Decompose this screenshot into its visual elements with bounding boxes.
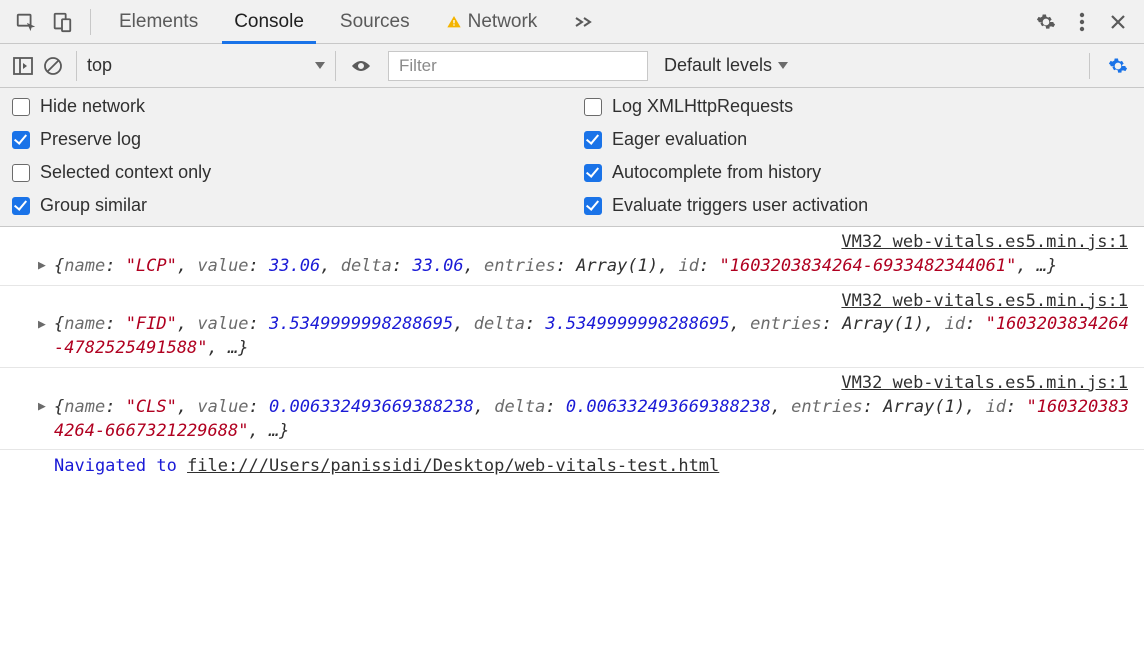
clear-console-icon[interactable]: [38, 48, 68, 84]
inspect-element-icon[interactable]: [8, 4, 44, 40]
console-settings-icon[interactable]: [1100, 48, 1136, 84]
option-selected-context[interactable]: Selected context only: [12, 162, 560, 183]
option-label: Hide network: [40, 96, 145, 117]
checkbox[interactable]: [584, 98, 602, 116]
chevron-down-icon: [315, 62, 325, 69]
console-toolbar: top Default levels: [0, 44, 1144, 88]
settings-icon[interactable]: [1028, 4, 1064, 40]
console-message: VM32 web-vitals.es5.min.js:1 ▶ {name: "LCP…: [0, 227, 1144, 286]
tab-label: Sources: [340, 11, 410, 33]
log-levels-select[interactable]: Default levels: [664, 55, 788, 76]
expand-arrow-icon[interactable]: ▶: [38, 257, 46, 275]
nav-prefix: Navigated to: [54, 456, 187, 476]
tab-sources[interactable]: Sources: [322, 0, 428, 43]
close-icon[interactable]: [1100, 4, 1136, 40]
device-toolbar-icon[interactable]: [44, 4, 80, 40]
option-preserve-log[interactable]: Preserve log: [12, 129, 560, 150]
option-label: Selected context only: [40, 162, 211, 183]
separator: [1089, 53, 1090, 79]
levels-label: Default levels: [664, 55, 772, 76]
kebab-menu-icon[interactable]: [1064, 4, 1100, 40]
console-message: VM32 web-vitals.es5.min.js:1 ▶ {name: "FID…: [0, 286, 1144, 368]
expand-arrow-icon[interactable]: ▶: [38, 398, 46, 416]
option-label: Preserve log: [40, 129, 141, 150]
option-autocomplete[interactable]: Autocomplete from history: [584, 162, 1132, 183]
nav-url-link[interactable]: file:///Users/panissidi/Desktop/web-vita…: [187, 456, 719, 476]
option-eager-eval[interactable]: Eager evaluation: [584, 129, 1132, 150]
panel-tabs: Elements Console Sources Network: [101, 0, 611, 43]
chevron-down-icon: [778, 62, 788, 69]
source-link[interactable]: VM32 web-vitals.es5.min.js:1: [841, 291, 1128, 311]
tab-label: Elements: [119, 11, 198, 33]
checkbox[interactable]: [12, 164, 30, 182]
option-label: Eager evaluation: [612, 129, 747, 150]
logged-object[interactable]: {name: "FID", value: 3.5349999998288695,…: [54, 314, 1129, 358]
context-value: top: [87, 55, 112, 76]
checkbox[interactable]: [12, 131, 30, 149]
sidebar-toggle-icon[interactable]: [8, 48, 38, 84]
tab-elements[interactable]: Elements: [101, 0, 216, 43]
checkbox[interactable]: [12, 98, 30, 116]
option-label: Autocomplete from history: [612, 162, 821, 183]
logged-object[interactable]: {name: "LCP", value: 33.06, delta: 33.06…: [54, 256, 1057, 276]
tab-label: Console: [234, 11, 304, 33]
devtools-tabbar: Elements Console Sources Network: [0, 0, 1144, 44]
tab-label: Network: [468, 11, 538, 33]
live-expression-icon[interactable]: [344, 48, 378, 84]
option-label: Evaluate triggers user activation: [612, 195, 868, 216]
logged-object[interactable]: {name: "CLS", value: 0.00633249366938823…: [54, 397, 1129, 441]
option-hide-network[interactable]: Hide network: [12, 96, 560, 117]
context-select[interactable]: top: [76, 51, 336, 81]
tab-overflow[interactable]: [555, 0, 611, 43]
option-log-xhr[interactable]: Log XMLHttpRequests: [584, 96, 1132, 117]
warning-icon: [446, 14, 462, 30]
separator: [90, 9, 91, 35]
console-settings-panel: Hide network Log XMLHttpRequests Preserv…: [0, 88, 1144, 227]
option-group-similar[interactable]: Group similar: [12, 195, 560, 216]
option-evaluate-activation[interactable]: Evaluate triggers user activation: [584, 195, 1132, 216]
option-label: Group similar: [40, 195, 147, 216]
checkbox[interactable]: [584, 131, 602, 149]
source-link[interactable]: VM32 web-vitals.es5.min.js:1: [841, 232, 1128, 252]
tab-network[interactable]: Network: [428, 0, 556, 43]
checkbox[interactable]: [584, 164, 602, 182]
checkbox[interactable]: [584, 197, 602, 215]
console-output: VM32 web-vitals.es5.min.js:1 ▶ {name: "LCP…: [0, 227, 1144, 484]
option-label: Log XMLHttpRequests: [612, 96, 793, 117]
console-message: VM32 web-vitals.es5.min.js:1 ▶ {name: "CLS…: [0, 368, 1144, 450]
filter-input[interactable]: [388, 51, 648, 81]
source-link[interactable]: VM32 web-vitals.es5.min.js:1: [841, 373, 1128, 393]
checkbox[interactable]: [12, 197, 30, 215]
expand-arrow-icon[interactable]: ▶: [38, 316, 46, 334]
navigation-message: Navigated to file:///Users/panissidi/Des…: [0, 450, 1144, 484]
tab-console[interactable]: Console: [216, 0, 322, 43]
